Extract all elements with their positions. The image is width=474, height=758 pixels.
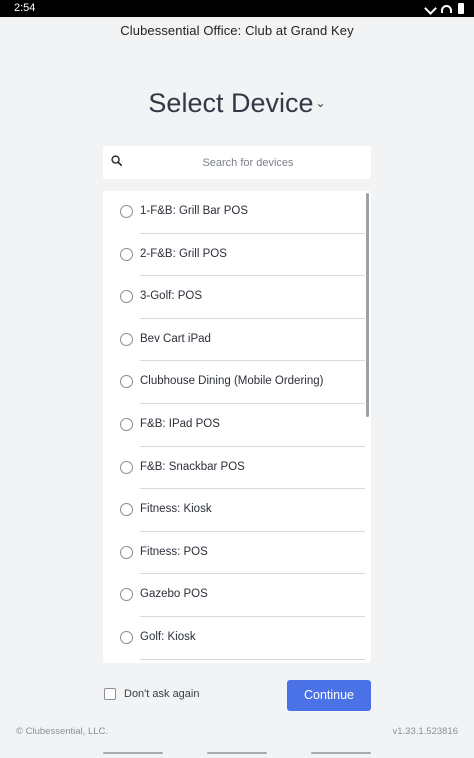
version-text: v1.33.1.523816 — [392, 726, 458, 737]
device-label: Golf: Kiosk — [140, 631, 196, 643]
device-radio[interactable] — [120, 545, 133, 559]
search-bar[interactable] — [103, 146, 371, 179]
device-radio[interactable] — [120, 375, 133, 389]
page-title: Select Device — [148, 88, 314, 118]
app-header-title: Clubessential Office: Club at Grand Key — [120, 23, 354, 38]
device-item[interactable]: 1-F&B: Grill Bar POS — [103, 191, 365, 234]
status-icons — [424, 0, 464, 17]
nav-handle — [207, 752, 267, 754]
device-label: Fitness: Kiosk — [140, 503, 212, 516]
device-radio[interactable] — [120, 460, 133, 474]
battery-icon — [458, 3, 464, 14]
device-item[interactable]: Clubhouse Dining (Mobile Ordering) — [103, 361, 365, 404]
device-radio[interactable] — [120, 588, 133, 602]
device-label: F&B: IPad POS — [140, 418, 220, 430]
device-item[interactable]: Golf: Kiosk — [103, 617, 365, 660]
device-label: 1-F&B: Grill Bar POS — [140, 205, 248, 217]
device-item[interactable]: Fitness: POS — [103, 532, 365, 575]
divider — [140, 658, 365, 660]
device-item[interactable]: 3-Golf: POS — [103, 276, 365, 319]
dont-ask-again-checkbox[interactable]: Don't ask again — [104, 688, 199, 700]
device-list[interactable]: 1-F&B: Grill Bar POS 2-F&B: Grill POS 3-… — [103, 191, 371, 663]
search-input[interactable] — [133, 146, 363, 179]
select-device-title[interactable]: Select Device ⌄ — [0, 88, 474, 119]
status-bar: 2:54 — [0, 0, 474, 17]
device-item[interactable]: 2-F&B: Grill POS — [103, 234, 365, 277]
copyright-text: © Clubessential, LLC. — [16, 726, 109, 737]
checkbox-box[interactable] — [104, 688, 116, 700]
device-label: F&B: Snackbar POS — [140, 460, 245, 473]
mute-icon — [424, 2, 437, 15]
chevron-down-icon[interactable]: ⌄ — [316, 96, 326, 110]
nav-handle — [103, 752, 163, 754]
nav-bar — [0, 750, 474, 758]
device-label: Bev Cart iPad — [140, 332, 211, 345]
device-radio[interactable] — [120, 290, 133, 304]
device-radio[interactable] — [120, 503, 133, 517]
device-label: 2-F&B: Grill POS — [140, 247, 227, 260]
device-radio[interactable] — [120, 205, 133, 218]
wifi-icon — [441, 4, 452, 13]
device-item[interactable]: F&B: Snackbar POS — [103, 447, 365, 490]
device-radio[interactable] — [120, 631, 133, 644]
dont-ask-label: Don't ask again — [124, 688, 200, 700]
status-time: 2:54 — [14, 2, 36, 14]
device-item[interactable]: Gazebo POS — [103, 574, 365, 617]
device-label: Gazebo POS — [140, 588, 208, 601]
device-radio[interactable] — [120, 332, 133, 346]
continue-button[interactable]: Continue — [287, 680, 371, 711]
device-radio[interactable] — [120, 418, 133, 431]
device-item[interactable]: F&B: IPad POS — [103, 404, 365, 447]
nav-handle — [311, 752, 371, 754]
search-icon — [111, 155, 122, 166]
device-radio[interactable] — [120, 247, 133, 261]
device-label: Clubhouse Dining (Mobile Ordering) — [140, 375, 324, 388]
device-item[interactable]: Fitness: Kiosk — [103, 489, 365, 532]
device-label: 3-Golf: POS — [140, 290, 202, 303]
list-scrollbar[interactable] — [366, 193, 369, 417]
device-item[interactable]: Bev Cart iPad — [103, 319, 365, 362]
device-label: Fitness: POS — [140, 545, 208, 558]
